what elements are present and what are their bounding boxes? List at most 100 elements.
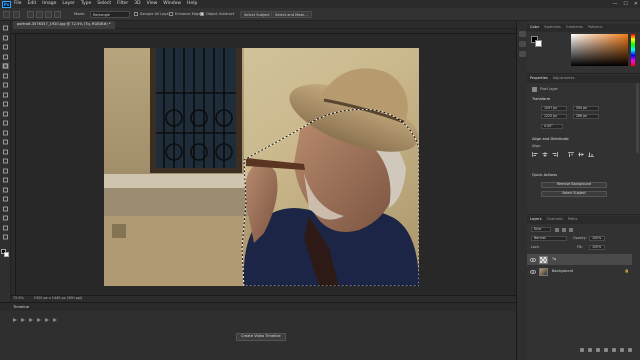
brush-settings-icon[interactable] [519, 41, 526, 47]
enhance-edge-checkbox[interactable] [169, 12, 173, 16]
select-subject-button[interactable]: Select Subject [240, 11, 274, 18]
tab-channels[interactable]: Channels [547, 218, 563, 222]
properties-scrollbar[interactable] [636, 83, 639, 153]
path-selection-icon[interactable] [2, 196, 9, 202]
type-tool-icon[interactable] [2, 187, 9, 193]
play-icon[interactable] [29, 318, 33, 322]
layer-kind-filter[interactable]: Kind [531, 227, 551, 232]
document-canvas-photo[interactable] [104, 48, 419, 286]
menu-layer[interactable]: Layer [62, 1, 75, 7]
history-brush-icon[interactable] [2, 130, 9, 136]
rectangle-tool-icon[interactable] [2, 206, 9, 212]
menu-view[interactable]: View [147, 1, 158, 7]
new-selection-icon[interactable] [27, 11, 34, 18]
prev-frame-icon[interactable] [21, 318, 25, 322]
select-subject-button[interactable]: Select Subject [541, 191, 607, 197]
home-icon[interactable] [3, 11, 10, 18]
hue-slider[interactable] [631, 34, 635, 66]
maximize-icon[interactable]: ☐ [623, 1, 627, 7]
eraser-tool-icon[interactable] [2, 139, 9, 145]
menu-image[interactable]: Image [42, 1, 56, 7]
marquee-tool-icon[interactable] [2, 44, 9, 50]
mode-select[interactable]: Rectangle [90, 11, 130, 18]
height-field[interactable]: 1225 px [541, 114, 567, 119]
dodge-tool-icon[interactable] [2, 168, 9, 174]
align-center-icon[interactable] [542, 152, 548, 157]
object-selection-tool-icon[interactable] [2, 63, 9, 69]
x-field[interactable]: 594 px [573, 106, 599, 111]
align-right-icon[interactable] [552, 152, 558, 157]
new-layer-icon[interactable] [620, 347, 624, 352]
fill-field[interactable]: 100% [589, 245, 605, 250]
color-picker-field[interactable] [571, 34, 628, 66]
first-frame-icon[interactable] [13, 318, 17, 322]
layer-style-icon[interactable] [588, 347, 592, 352]
subtract-selection-icon[interactable] [45, 11, 52, 18]
minimize-icon[interactable]: — [612, 1, 617, 7]
menu-select[interactable]: Select [97, 1, 111, 7]
zoom-tool-icon[interactable] [2, 225, 9, 231]
group-icon[interactable] [612, 347, 616, 352]
tab-properties[interactable]: Properties [530, 77, 548, 81]
tab-layers[interactable]: Layers [530, 218, 542, 222]
hand-tool-icon[interactable] [2, 215, 9, 221]
filter-type-icon[interactable] [569, 228, 573, 232]
add-mask-icon[interactable] [596, 347, 600, 352]
layer-name[interactable]: Background [552, 269, 573, 274]
visibility-eye-icon[interactable] [530, 269, 536, 274]
eyedropper-tool-icon[interactable] [2, 92, 9, 98]
menu-window[interactable]: Window [163, 1, 181, 7]
layer-row-background[interactable]: Background 🔒 [527, 266, 632, 277]
visibility-eye-icon[interactable] [530, 257, 536, 262]
object-subtract-checkbox[interactable] [200, 12, 204, 16]
history-icon[interactable] [519, 31, 526, 37]
create-video-timeline-button[interactable]: Create Video Timeline [236, 333, 286, 341]
tab-color[interactable]: Color [530, 26, 539, 30]
menu-3d[interactable]: 3D [134, 1, 140, 7]
menu-type[interactable]: Type [81, 1, 91, 7]
pen-tool-icon[interactable] [2, 177, 9, 183]
background-color-swatch[interactable] [535, 40, 542, 47]
document-tab[interactable]: portrait-3576357_1920.jpg @ 72.5% (Tq, R… [13, 21, 115, 29]
remove-background-button[interactable]: Remove Background [541, 182, 607, 188]
tab-swatches[interactable]: Swatches [544, 26, 561, 30]
more-tools-icon[interactable] [2, 234, 9, 240]
opacity-field[interactable]: 100% [589, 236, 605, 241]
link-layers-icon[interactable] [580, 347, 584, 352]
menu-help[interactable]: Help [187, 1, 197, 7]
artboard-tool-icon[interactable] [2, 35, 9, 41]
brush-tool-icon[interactable] [2, 111, 9, 117]
clone-stamp-icon[interactable] [2, 120, 9, 126]
tab-adjustments[interactable]: Adjustments [553, 77, 575, 81]
intersect-selection-icon[interactable] [54, 11, 61, 18]
zoom-level[interactable]: 72.5% [13, 296, 24, 300]
menu-edit[interactable]: Edit [28, 1, 37, 7]
document-info[interactable]: 1920 px x 1440 px (300 ppi) [34, 296, 82, 300]
move-tool-icon[interactable] [2, 25, 9, 31]
lasso-tool-icon[interactable] [2, 54, 9, 60]
frame-tool-icon[interactable] [2, 82, 9, 88]
settings-icon[interactable] [53, 318, 57, 322]
sample-all-layers-checkbox[interactable] [134, 12, 138, 16]
layer-row-tq[interactable]: Tq [527, 254, 632, 265]
menu-filter[interactable]: Filter [117, 1, 128, 7]
tab-patterns[interactable]: Patterns [588, 26, 602, 30]
crop-tool-icon[interactable] [2, 73, 9, 79]
tab-gradients[interactable]: Gradients [566, 26, 583, 30]
filter-adjustment-icon[interactable] [562, 228, 566, 232]
adjustment-layer-icon[interactable] [604, 347, 608, 352]
blur-tool-icon[interactable] [2, 158, 9, 164]
align-top-icon[interactable] [568, 152, 574, 157]
gradient-tool-icon[interactable] [2, 149, 9, 155]
add-to-selection-icon[interactable] [36, 11, 43, 18]
tab-paths[interactable]: Paths [568, 218, 578, 222]
close-icon[interactable]: ✕ [634, 1, 638, 7]
y-field[interactable]: 286 px [573, 114, 599, 119]
angle-field[interactable]: 0.00° [541, 124, 563, 129]
filter-pixel-icon[interactable] [555, 228, 559, 232]
object-selection-tool-icon[interactable] [13, 11, 20, 18]
blend-mode-select[interactable]: Normal [531, 236, 567, 241]
character-icon[interactable] [519, 51, 526, 57]
next-frame-icon[interactable] [37, 318, 41, 322]
layer-name[interactable]: Tq [552, 257, 556, 262]
